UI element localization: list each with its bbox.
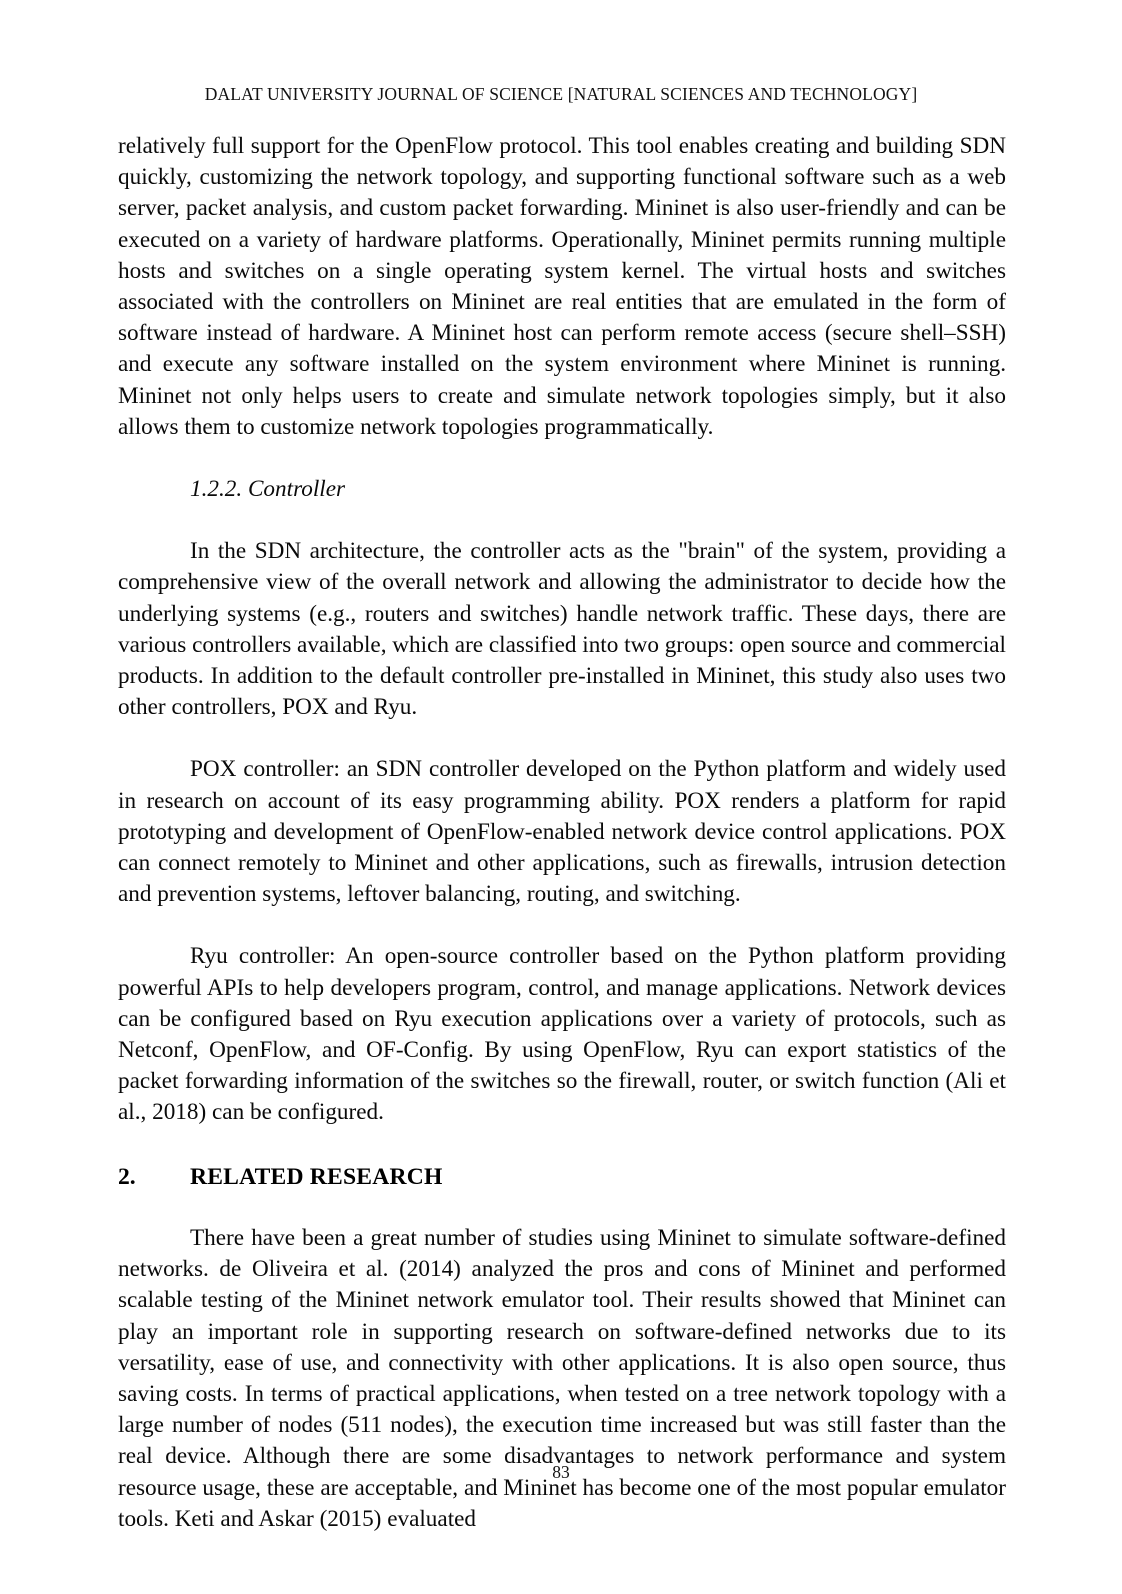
section-title: RELATED RESEARCH: [190, 1163, 443, 1190]
paragraph-controller: In the SDN architecture, the controller …: [118, 538, 1006, 721]
paragraph-mininet-continued: relatively full support for the OpenFlow…: [118, 133, 1006, 440]
subheading-controller: 1.2.2. Controller: [190, 476, 346, 503]
section-heading-related-research: 2. RELATED RESEARCH: [118, 1162, 1006, 1193]
page-number: 83: [552, 1462, 570, 1482]
paragraph-pox-controller: POX controller: an SDN controller develo…: [118, 756, 1006, 908]
paragraph-ryu-controller: Ryu controller: An open-source controlle…: [118, 943, 1006, 1126]
journal-page: DALAT UNIVERSITY JOURNAL OF SCIENCE [NAT…: [0, 0, 1122, 1594]
section-number: 2.: [118, 1163, 136, 1190]
running-head: DALAT UNIVERSITY JOURNAL OF SCIENCE [NAT…: [204, 84, 918, 104]
body-text-column: relatively full support for the OpenFlow…: [118, 131, 1006, 1535]
paragraph-related-research: There have been a great number of studie…: [118, 1224, 1006, 1532]
